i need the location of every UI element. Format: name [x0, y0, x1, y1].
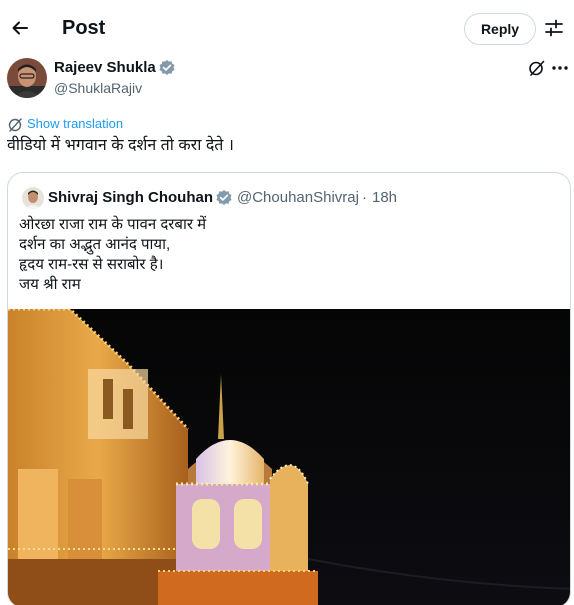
quoted-media-video[interactable]	[8, 309, 570, 605]
quoted-post[interactable]: Shivraj Singh Chouhan @ChouhanShivraj · …	[7, 172, 571, 605]
reply-button[interactable]: Reply	[464, 13, 536, 45]
grok-icon	[529, 60, 545, 76]
more-options-button[interactable]	[550, 60, 570, 76]
author-name[interactable]: Rajeev Shukla	[54, 59, 156, 77]
tune-button[interactable]	[540, 14, 568, 42]
quoted-post-time[interactable]: 18h	[372, 189, 397, 207]
temple-night-photo	[8, 309, 570, 605]
author-avatar[interactable]	[7, 58, 47, 98]
top-bar: Post Reply	[0, 0, 574, 56]
more-horizontal-icon	[552, 66, 568, 70]
page-title: Post	[62, 17, 106, 39]
arrow-left-icon	[12, 21, 28, 35]
quoted-author-handle[interactable]: @ChouhanShivraj	[237, 189, 359, 207]
quoted-text-line: जय श्री राम	[19, 276, 81, 293]
quoted-text-line: दर्शन का अद्भुत आनंद पाया,	[19, 236, 171, 253]
verified-badge-icon	[158, 59, 176, 77]
grok-button[interactable]	[528, 59, 546, 77]
author-handle[interactable]: @ShuklaRajiv	[54, 80, 142, 97]
verified-badge-icon	[215, 189, 233, 207]
sliders-icon	[545, 19, 563, 37]
show-translation-link[interactable]: Show translation	[8, 116, 123, 132]
dot-separator: ·	[362, 189, 367, 206]
post-text: वीडियो में भगवान के दर्शन तो करा देते ।	[7, 137, 234, 154]
quoted-author-name[interactable]: Shivraj Singh Chouhan	[48, 189, 213, 207]
show-translation-label: Show translation	[27, 116, 124, 131]
globe-icon	[8, 117, 22, 132]
quoted-text-line: ओरछा राजा राम के पावन दरबार में	[19, 216, 207, 233]
quoted-author-avatar[interactable]	[22, 187, 44, 209]
quoted-text-line: हृदय राम-रस से सराबोर है।	[19, 256, 164, 273]
back-button[interactable]	[4, 12, 36, 44]
